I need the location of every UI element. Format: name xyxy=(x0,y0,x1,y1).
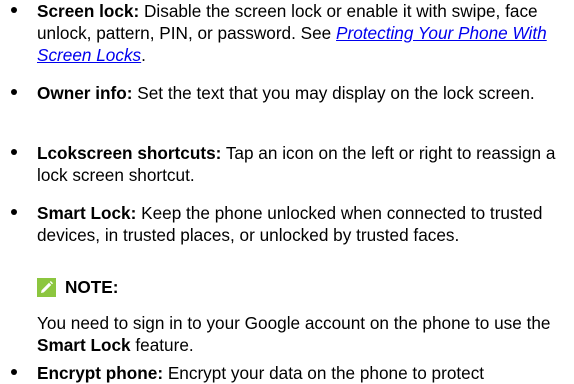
list-item-smart-lock: Smart Lock: Keep the phone unlocked when… xyxy=(0,202,574,246)
term-lockscreen-shortcuts: Lcokscreen shortcuts: xyxy=(37,143,222,163)
bullet-icon xyxy=(7,202,21,224)
description-encrypt-phone: Encrypt your data on the phone to protec… xyxy=(163,363,485,383)
bullet-icon xyxy=(7,82,21,104)
bullet-icon xyxy=(7,0,21,22)
term-screen-lock: Screen lock: xyxy=(37,1,140,21)
term-smart-lock: Smart Lock: xyxy=(37,203,137,223)
list-item-screen-lock: Screen lock: Disable the screen lock or … xyxy=(0,0,574,66)
list-item-owner-info: Owner info: Set the text that you may di… xyxy=(0,82,574,104)
list-item-encrypt-phone: Encrypt phone: Encrypt your data on the … xyxy=(0,362,574,384)
pencil-note-icon xyxy=(37,277,56,297)
list-item-lockscreen-shortcuts: Lcokscreen shortcuts: Tap an icon on the… xyxy=(0,142,574,186)
bullet-icon xyxy=(7,362,21,384)
note-text-before: You need to sign in to your Google accou… xyxy=(37,313,551,333)
period: . xyxy=(141,45,146,65)
note-text-after: feature. xyxy=(130,335,194,355)
note-heading: NOTE: xyxy=(0,274,118,300)
term-encrypt-phone: Encrypt phone: xyxy=(37,363,164,383)
term-owner-info: Owner info: xyxy=(37,83,133,103)
note-bold-smart-lock: Smart Lock xyxy=(37,335,131,355)
note-label: NOTE: xyxy=(65,277,119,297)
bullet-icon xyxy=(7,142,21,164)
description-owner-info: Set the text that you may display on the… xyxy=(132,83,535,103)
note-body: You need to sign in to your Google accou… xyxy=(0,312,574,356)
